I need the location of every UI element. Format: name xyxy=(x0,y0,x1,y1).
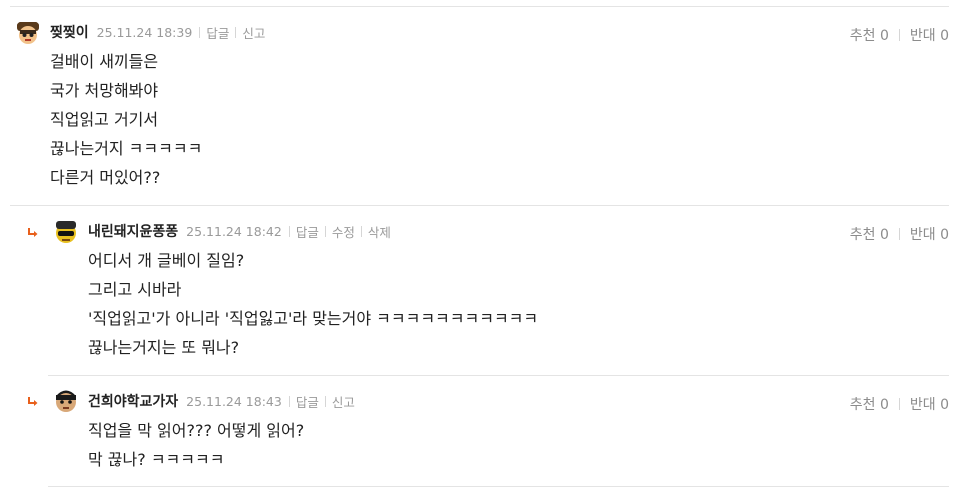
separator xyxy=(360,225,362,237)
reply-arrow-icon xyxy=(28,397,38,406)
separator xyxy=(288,225,290,237)
upvote-button[interactable]: 추천 0 xyxy=(850,394,889,414)
separator xyxy=(324,225,326,237)
comment-meta: 내린돼지윤퐁퐁 25.11.24 18:42 답글 수정 삭제 xyxy=(88,221,391,241)
separator xyxy=(288,395,290,407)
downvote-count: 0 xyxy=(940,227,949,243)
comment-divider xyxy=(48,375,949,376)
edit-button[interactable]: 수정 xyxy=(332,222,355,241)
comment-line: 끊나는거지 ㅋㅋㅋㅋㅋ xyxy=(50,139,203,158)
comment-date: 25.11.24 18:42 xyxy=(186,223,282,239)
comment-line: 끊나는거지는 또 뭐나? xyxy=(88,338,240,357)
upvote-label: 추천 xyxy=(849,28,876,44)
comment-body: 어디서 개 글베이 질임? 그리고 시바라 '직업읽고'가 아니라 '직업잃고'… xyxy=(88,246,538,362)
avatar[interactable] xyxy=(52,218,80,246)
upvote-button[interactable]: 추천 0 xyxy=(850,25,889,45)
reply-button[interactable]: 답글 xyxy=(296,222,319,241)
comment-line: 어디서 개 글베이 질임? xyxy=(88,251,245,270)
delete-button[interactable]: 삭제 xyxy=(368,222,391,241)
report-button[interactable]: 신고 xyxy=(242,23,265,42)
nickname[interactable]: 건희야학교가자 xyxy=(88,391,178,411)
avatar[interactable] xyxy=(14,19,42,47)
comment-line: 다른거 머있어?? xyxy=(50,168,161,187)
comment-body: 직업을 막 읽어??? 어떻게 읽어? 막 끊나? ㅋㅋㅋㅋㅋ xyxy=(88,416,304,474)
comment-date: 25.11.24 18:43 xyxy=(186,393,282,409)
downvote-label: 반대 xyxy=(909,397,936,413)
downvote-count: 0 xyxy=(940,397,949,413)
separator xyxy=(898,398,900,410)
downvote-button[interactable]: 반대 0 xyxy=(910,25,949,45)
top-divider xyxy=(10,6,949,7)
comment-line: 직업을 막 읽어??? 어떻게 읽어? xyxy=(88,421,305,440)
comment-date: 25.11.24 18:39 xyxy=(96,24,193,40)
report-button[interactable]: 신고 xyxy=(332,392,355,411)
vote-box: 추천 0 반대 0 xyxy=(850,224,949,244)
downvote-button[interactable]: 반대 0 xyxy=(910,224,949,244)
comment-body: 걸배이 새끼들은 국가 처망해봐야 직업읽고 거기서 끊나는거지 ㅋㅋㅋㅋㅋ 다… xyxy=(50,47,202,192)
comment-line: 국가 처망해봐야 xyxy=(50,81,159,100)
avatar[interactable] xyxy=(52,387,80,415)
separator xyxy=(898,29,900,41)
upvote-count: 0 xyxy=(879,397,889,413)
comment-line: 직업읽고 거기서 xyxy=(50,110,159,129)
nickname[interactable]: 내린돼지윤퐁퐁 xyxy=(88,221,178,241)
reply-button[interactable]: 답글 xyxy=(296,392,319,411)
comment-divider xyxy=(10,205,949,206)
downvote-count: 0 xyxy=(940,28,949,44)
upvote-count: 0 xyxy=(879,227,889,243)
upvote-button[interactable]: 추천 0 xyxy=(850,224,889,244)
downvote-button[interactable]: 반대 0 xyxy=(910,394,949,414)
vote-box: 추천 0 반대 0 xyxy=(850,394,949,414)
comment-line: 막 끊나? ㅋㅋㅋㅋㅋ xyxy=(88,450,225,469)
comment-meta: 찢찢이 25.11.24 18:39 답글 신고 xyxy=(50,22,265,42)
separator xyxy=(324,395,326,407)
downvote-label: 반대 xyxy=(909,227,936,243)
comment-meta: 건희야학교가자 25.11.24 18:43 답글 신고 xyxy=(88,391,355,411)
bottom-divider xyxy=(48,486,949,487)
comment-line: 그리고 시바라 xyxy=(88,280,182,299)
vote-box: 추천 0 반대 0 xyxy=(850,25,949,45)
nickname[interactable]: 찢찢이 xyxy=(50,22,89,42)
separator xyxy=(235,26,237,38)
upvote-label: 추천 xyxy=(849,227,876,243)
comment-line: 걸배이 새끼들은 xyxy=(50,52,159,71)
upvote-label: 추천 xyxy=(849,397,876,413)
reply-button[interactable]: 답글 xyxy=(206,23,229,42)
separator xyxy=(898,228,900,240)
comment-line: '직업읽고'가 아니라 '직업잃고'라 맞는거야 ㅋㅋㅋㅋㅋㅋㅋㅋㅋㅋㅋ xyxy=(88,309,539,328)
upvote-count: 0 xyxy=(879,28,889,44)
downvote-label: 반대 xyxy=(909,28,936,44)
separator xyxy=(199,26,201,38)
reply-arrow-icon xyxy=(28,228,38,237)
